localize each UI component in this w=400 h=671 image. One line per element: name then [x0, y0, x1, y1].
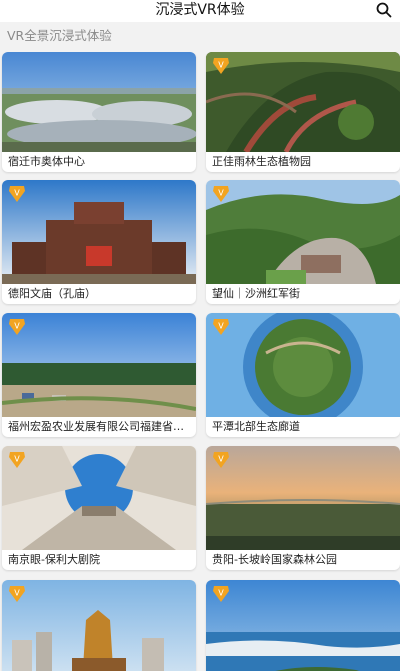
svg-text:V: V [14, 455, 20, 464]
card-title: 望仙｜沙洲红军街 [212, 287, 300, 300]
svg-text:V: V [14, 589, 20, 598]
vr-card[interactable]: 宿迁市奥体中心 [2, 52, 196, 172]
card-thumbnail [206, 446, 400, 550]
vr-badge-icon: V [213, 586, 229, 602]
card-thumbnail [2, 180, 196, 284]
vr-card[interactable]: V 望仙｜沙洲红军街 [206, 180, 400, 304]
svg-text:V: V [218, 322, 224, 331]
vr-card-grid: 宿迁市奥体中心 V 正佳雨林生态植物园 V 德阳文庙（孔庙） V 望仙｜沙洲红军… [0, 52, 400, 671]
vr-card[interactable]: V [2, 580, 196, 671]
vr-card[interactable]: V 福州宏盈农业发展有限公司福建省… [2, 313, 196, 437]
vr-card[interactable]: V 南京眼-保利大剧院 [2, 446, 196, 570]
top-bar: 沉浸式VR体验 [0, 0, 400, 22]
vr-badge-icon: V [213, 58, 229, 74]
vr-card[interactable]: V 贵阳-长坡岭国家森林公园 [206, 446, 400, 570]
card-thumbnail [206, 52, 400, 152]
section-subtitle: VR全景沉浸式体验 [7, 28, 112, 43]
vr-badge-icon: V [213, 186, 229, 202]
svg-text:V: V [14, 189, 20, 198]
card-title: 南京眼-保利大剧院 [8, 553, 100, 566]
card-thumbnail [2, 446, 196, 550]
card-thumbnail [2, 52, 196, 152]
svg-text:V: V [218, 589, 224, 598]
card-title: 福州宏盈农业发展有限公司福建省… [8, 420, 184, 433]
vr-badge-icon: V [9, 319, 25, 335]
card-thumbnail [206, 180, 400, 284]
card-title: 宿迁市奥体中心 [8, 155, 85, 168]
search-icon[interactable] [376, 2, 392, 18]
vr-card[interactable]: V 正佳雨林生态植物园 [206, 52, 400, 172]
card-thumbnail [206, 580, 400, 671]
vr-badge-icon: V [213, 452, 229, 468]
card-title: 正佳雨林生态植物园 [212, 155, 311, 168]
svg-text:V: V [218, 189, 224, 198]
card-title: 平潭北部生态廊道 [212, 420, 300, 433]
vr-badge-icon: V [9, 586, 25, 602]
svg-text:V: V [14, 322, 20, 331]
svg-text:V: V [218, 455, 224, 464]
card-title: 贵阳-长坡岭国家森林公园 [212, 553, 337, 566]
vr-card[interactable]: V 平潭北部生态廊道 [206, 313, 400, 437]
vr-badge-icon: V [213, 319, 229, 335]
page-title: 沉浸式VR体验 [155, 2, 245, 18]
card-thumbnail [2, 313, 196, 417]
vr-badge-icon: V [9, 452, 25, 468]
svg-text:V: V [218, 61, 224, 70]
vr-card[interactable]: V [206, 580, 400, 671]
vr-badge-icon: V [9, 186, 25, 202]
card-title: 德阳文庙（孔庙） [8, 287, 96, 300]
card-thumbnail [2, 580, 196, 671]
card-thumbnail [206, 313, 400, 417]
vr-card[interactable]: V 德阳文庙（孔庙） [2, 180, 196, 304]
